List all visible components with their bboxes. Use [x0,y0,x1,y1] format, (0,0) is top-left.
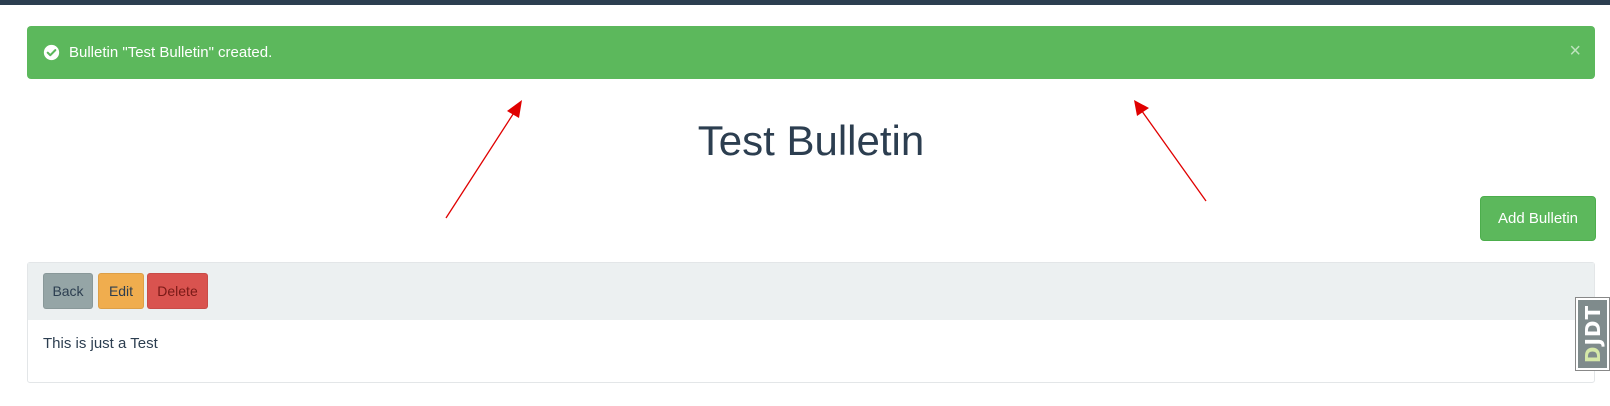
bulletin-body: This is just a Test [43,335,158,352]
delete-button[interactable]: Delete [147,273,208,309]
bulletin-card-header: Back Edit Delete [28,263,1594,320]
bulletin-card: Back Edit Delete This is just a Test [27,262,1595,383]
debug-toolbar-badge: DJDT [1578,300,1607,368]
edit-button[interactable]: Edit [98,273,144,309]
success-alert: Bulletin "Test Bulletin" created. × [27,26,1595,79]
page-title: Test Bulletin [697,117,925,164]
debug-toolbar-handle[interactable]: DJDT [1575,297,1610,371]
check-circle-icon [43,44,60,61]
debug-toolbar-label-rest: JDT [1580,304,1605,346]
debug-toolbar-label: DJDT [1581,305,1605,363]
alert-message: Bulletin "Test Bulletin" created. [69,44,273,61]
debug-toolbar-label-d: D [1580,345,1605,364]
back-button[interactable]: Back [43,273,93,309]
top-navbar [0,0,1610,5]
close-icon[interactable]: × [1569,26,1581,77]
add-bulletin-button[interactable]: Add Bulletin [1480,196,1596,241]
